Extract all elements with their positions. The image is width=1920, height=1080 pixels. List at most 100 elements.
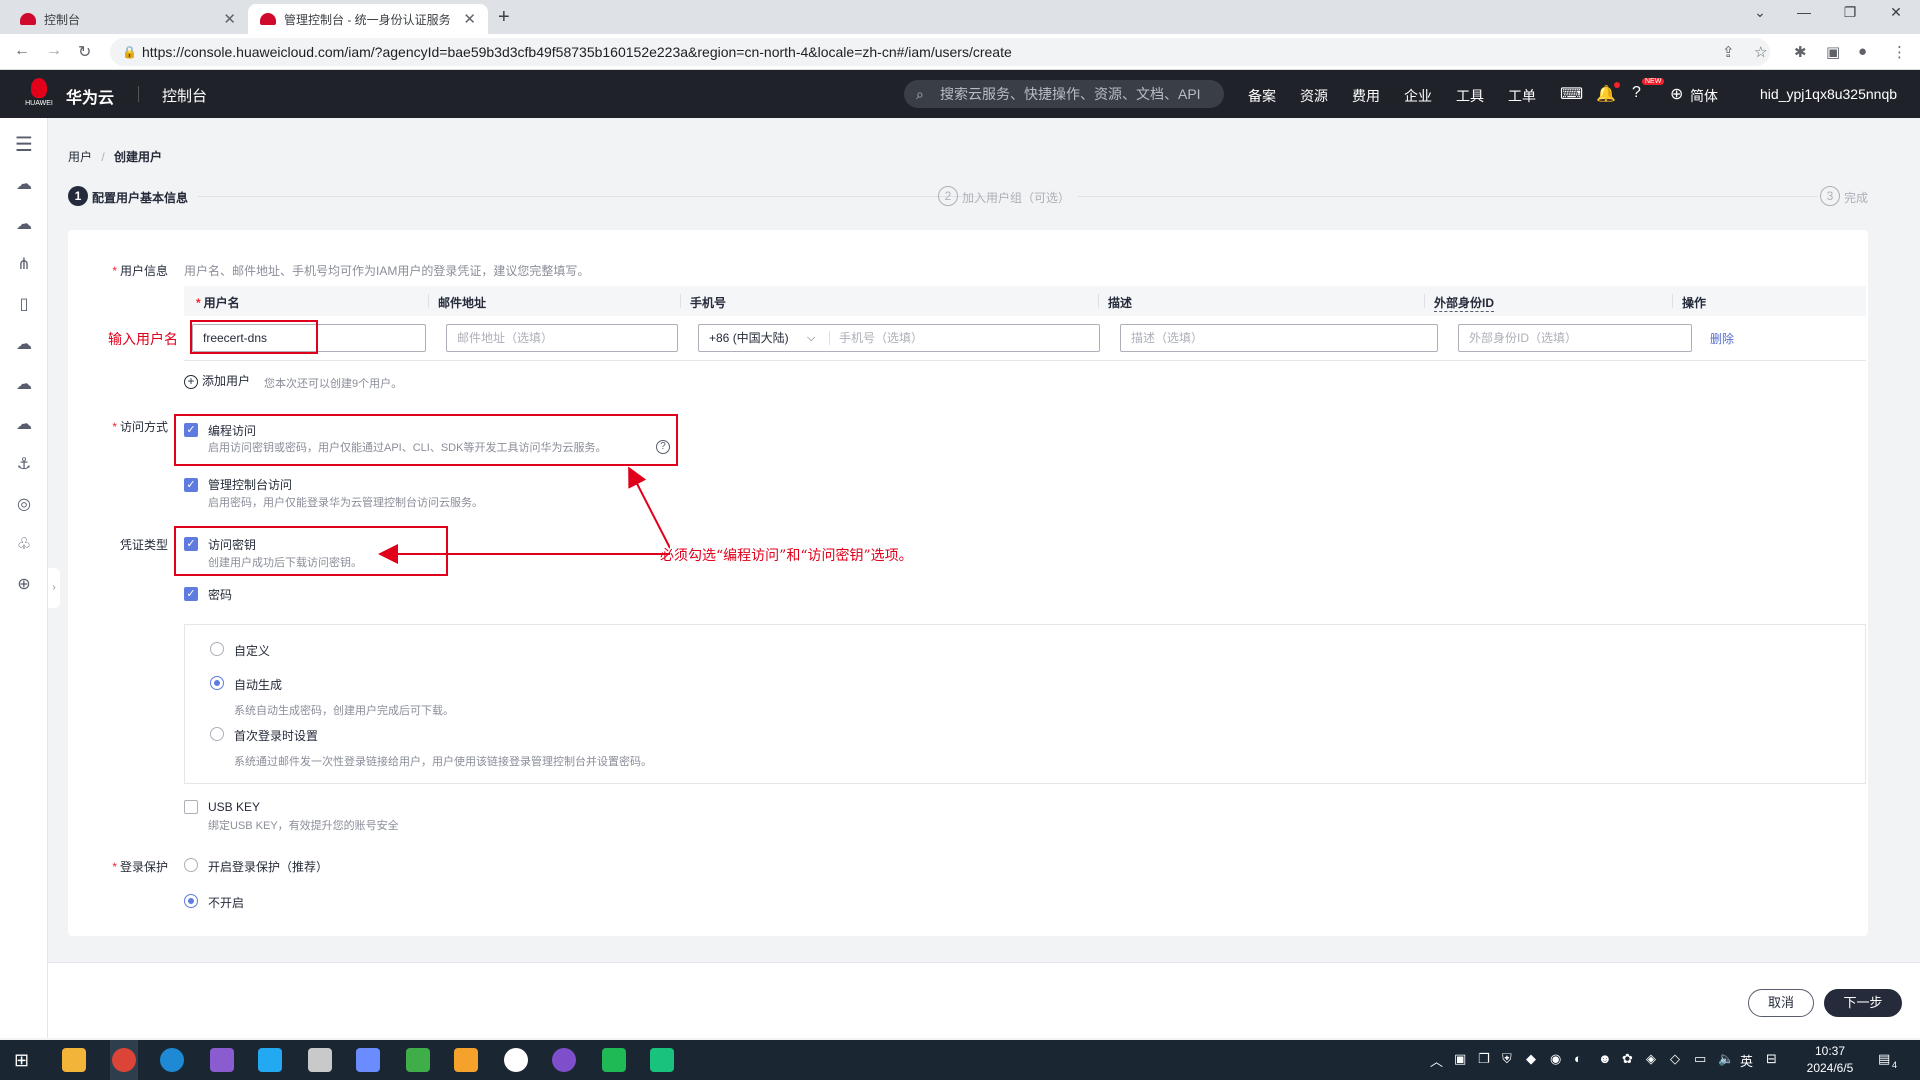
taskbar-clock[interactable]: 10:37 2024/6/5	[1790, 1043, 1870, 1077]
phone-input[interactable]: 手机号（选填）	[839, 325, 923, 351]
nav-tickets[interactable]: 工单	[1508, 86, 1536, 106]
radio-custom[interactable]	[210, 642, 224, 656]
breadcrumb-users[interactable]: 用户	[68, 150, 92, 164]
maximize-icon[interactable]: ❐	[1830, 4, 1870, 21]
app-h-icon[interactable]	[602, 1048, 626, 1072]
tray-wechat-icon[interactable]: ☻	[1598, 1051, 1612, 1066]
chrome-icon[interactable]	[112, 1048, 136, 1072]
col-external-id[interactable]: 外部身份ID	[1434, 294, 1495, 312]
tray-expand-icon[interactable]: ︿	[1430, 1051, 1443, 1070]
reload-icon[interactable]: ↻	[78, 42, 91, 62]
url-field[interactable]: 🔒 https://console.huaweicloud.com/iam/?a…	[110, 38, 1770, 66]
language-switch[interactable]: 简体	[1690, 86, 1718, 106]
app-w-icon[interactable]	[504, 1048, 528, 1072]
nav-record[interactable]: 备案	[1248, 86, 1276, 106]
extensions-icon[interactable]: ✱	[1794, 43, 1807, 61]
cancel-button[interactable]: 取消	[1748, 989, 1814, 1017]
brand-name[interactable]: 华为云	[66, 84, 114, 108]
help-icon[interactable]: ?	[1632, 84, 1641, 102]
tab-search-icon[interactable]: ⌄	[1740, 4, 1780, 21]
git-icon[interactable]	[454, 1048, 478, 1072]
cloud-icon[interactable]: ☁	[12, 334, 36, 358]
account-name[interactable]: hid_ypj1qx8u325nnqb	[1760, 86, 1897, 102]
tray-network-icon[interactable]: ▭	[1694, 1051, 1706, 1067]
description-input[interactable]: 描述（选填）	[1120, 324, 1438, 352]
tray-app-icon[interactable]: ◐	[1574, 1051, 1582, 1066]
country-code-select[interactable]: +86 (中国大陆)	[709, 325, 789, 351]
globe-icon[interactable]: ⊕	[1670, 84, 1683, 104]
notification-center-icon[interactable]: ▤	[1878, 1051, 1890, 1067]
tray-volume-icon[interactable]: 🔈	[1718, 1051, 1734, 1067]
huawei-logo[interactable]: HUAWEI	[24, 78, 54, 110]
close-window-icon[interactable]: ✕	[1876, 4, 1916, 21]
tab-console[interactable]: 控制台 ✕	[8, 4, 248, 34]
tray-app-icon[interactable]: ◉	[1550, 1051, 1561, 1067]
network-icon[interactable]: ⋔	[12, 254, 36, 278]
minimize-icon[interactable]: —	[1784, 4, 1824, 20]
app-green-icon[interactable]	[650, 1048, 674, 1072]
tray-app-icon[interactable]: ◈	[1646, 1051, 1656, 1067]
new-tab-button[interactable]: +	[498, 6, 510, 29]
nav-billing[interactable]: 费用	[1352, 86, 1380, 106]
console-access-checkbox[interactable]: ✓	[184, 478, 198, 492]
windows-start-icon[interactable]: ⊞	[14, 1050, 29, 1071]
nav-tools[interactable]: 工具	[1456, 86, 1484, 106]
tab-iam[interactable]: 管理控制台 - 统一身份认证服务 ✕	[248, 4, 488, 34]
sidebar-expand-chevron-icon[interactable]: ›	[48, 568, 60, 608]
forward-icon[interactable]: →	[46, 42, 62, 60]
cloud-shell-icon[interactable]: ⌨	[1560, 84, 1583, 104]
storage-icon[interactable]: ▯	[12, 294, 36, 318]
deploy-icon[interactable]: ⚓	[12, 454, 36, 478]
web-globe-icon[interactable]: ⊕	[12, 574, 36, 598]
vscode-icon[interactable]	[258, 1048, 282, 1072]
radio-disable-protection[interactable]	[184, 894, 198, 908]
cloud-service-icon[interactable]: ☁	[12, 174, 36, 198]
close-tab-icon[interactable]: ✕	[223, 10, 236, 28]
ime-indicator[interactable]: 英	[1740, 1051, 1753, 1070]
password-checkbox[interactable]: ✓	[184, 587, 198, 601]
snipping-tool-icon[interactable]	[308, 1048, 332, 1072]
tray-shield-icon[interactable]: ⛨	[1502, 1051, 1512, 1067]
step-2-label: 加入用户组（可选）	[962, 191, 1071, 205]
app-purple-icon[interactable]	[552, 1048, 576, 1072]
nav-enterprise[interactable]: 企业	[1404, 86, 1432, 106]
tray-app-icon[interactable]: ❐	[1478, 1051, 1490, 1067]
share-icon[interactable]: ⇪	[1722, 43, 1735, 61]
notepad-icon[interactable]	[406, 1048, 430, 1072]
external-id-input[interactable]: 外部身份ID（选填）	[1458, 324, 1692, 352]
radio-enable-protection[interactable]	[184, 858, 198, 872]
usb-key-checkbox[interactable]	[184, 800, 198, 814]
nav-resources[interactable]: 资源	[1300, 86, 1328, 106]
console-link[interactable]: 控制台	[162, 85, 207, 106]
visual-studio-icon[interactable]	[210, 1048, 234, 1072]
ime-mode-icon[interactable]: ⊟	[1766, 1051, 1777, 1067]
delete-row-link[interactable]: 删除	[1710, 330, 1734, 347]
tray-app-icon[interactable]: ◆	[1526, 1051, 1536, 1067]
ip-icon[interactable]: ◎	[12, 494, 36, 518]
cluster-icon[interactable]: ♧	[12, 534, 36, 558]
global-search[interactable]: ⌕ 搜索云服务、快捷操作、资源、文档、API	[904, 80, 1224, 108]
tray-app-icon[interactable]: ✿	[1622, 1051, 1633, 1067]
cloud-check-icon[interactable]: ☁	[12, 414, 36, 438]
back-icon[interactable]: ←	[14, 42, 30, 60]
tray-app-icon[interactable]: ◇	[1670, 1051, 1680, 1067]
email-input[interactable]: 邮件地址（选填）	[446, 324, 678, 352]
hamburger-menu-icon[interactable]: ☰	[12, 132, 36, 156]
chevron-down-icon[interactable]: ⌵	[807, 325, 815, 351]
bell-icon[interactable]: 🔔	[1596, 84, 1616, 104]
menu-kebab-icon[interactable]: ⋮	[1892, 43, 1907, 61]
radio-auto-generate[interactable]	[210, 676, 224, 690]
add-user-button[interactable]: + 添加用户	[184, 372, 250, 389]
file-explorer-icon[interactable]	[62, 1048, 86, 1072]
radio-first-login[interactable]	[210, 727, 224, 741]
notes-app-icon[interactable]	[356, 1048, 380, 1072]
side-panel-icon[interactable]: ▣	[1826, 43, 1840, 61]
next-step-button[interactable]: 下一步	[1824, 989, 1902, 1017]
tray-app-icon[interactable]: ▣	[1454, 1051, 1466, 1067]
cloud-upload-icon[interactable]: ☁	[12, 374, 36, 398]
profile-icon[interactable]: ●	[1858, 43, 1867, 60]
close-tab-icon[interactable]: ✕	[463, 10, 476, 28]
bookmark-star-icon[interactable]: ☆	[1754, 43, 1767, 61]
edge-icon[interactable]	[160, 1048, 184, 1072]
cloud-server-icon[interactable]: ☁	[12, 214, 36, 238]
